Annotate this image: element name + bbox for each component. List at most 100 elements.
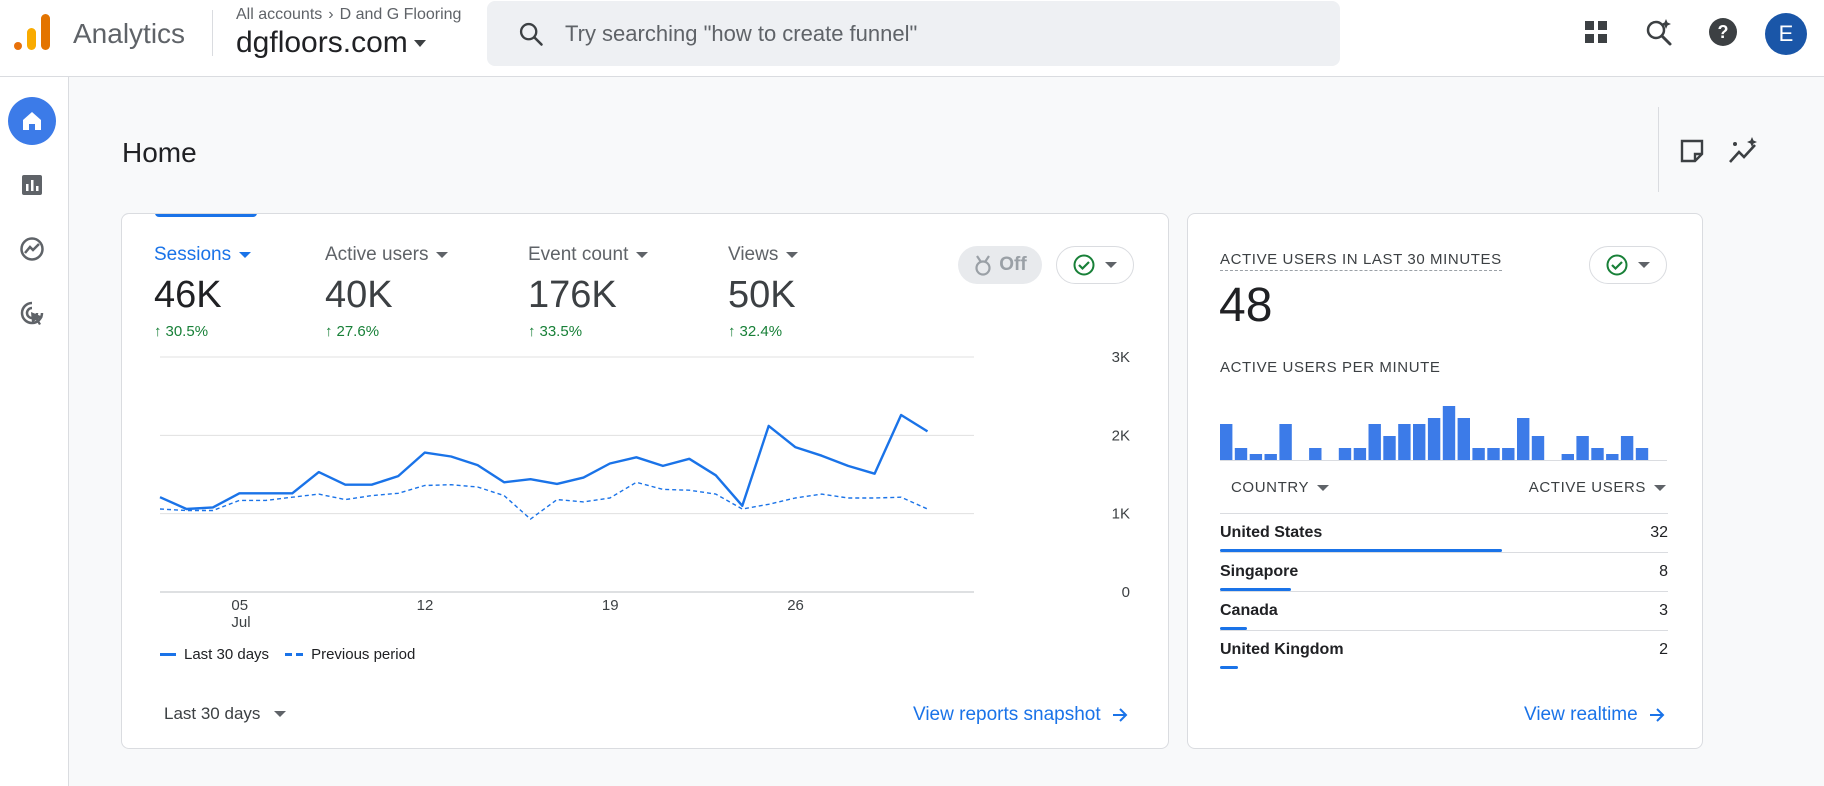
breadcrumb-account[interactable]: D and G Flooring (340, 6, 462, 24)
link-label: View realtime (1524, 704, 1638, 725)
y-tick-label: 2K (1112, 427, 1130, 444)
left-nav (0, 77, 69, 786)
caret-down-icon (413, 39, 426, 47)
minute-bar (1591, 448, 1604, 460)
table-row[interactable]: United Kingdom 2 (1220, 630, 1668, 669)
minute-bar (1398, 424, 1411, 460)
check-circle-icon (1606, 254, 1628, 276)
property-selector[interactable]: dgfloors.com (236, 26, 426, 60)
minute-bar (1487, 448, 1500, 460)
column-header-country[interactable]: COUNTRY (1231, 479, 1330, 496)
minute-bar (1338, 448, 1352, 460)
minute-bar (1368, 424, 1381, 460)
breadcrumb-accounts[interactable]: All accounts (236, 6, 322, 24)
minute-bar (1413, 424, 1426, 460)
chart-legend: Last 30 days Previous period (160, 646, 415, 663)
top-bar: Analytics All accounts › D and G Floorin… (0, 0, 1824, 77)
caret-down-icon (1317, 484, 1330, 491)
country-name: Singapore (1220, 563, 1299, 580)
minute-bar (1353, 448, 1367, 460)
search-input[interactable] (565, 20, 1265, 47)
minute-bar (1442, 406, 1456, 460)
page-title: Home (122, 137, 197, 168)
help-icon[interactable]: ? (1707, 16, 1739, 48)
series-line-current (159, 413, 929, 511)
country-name: United States (1220, 524, 1323, 541)
view-reports-snapshot-link[interactable]: View reports snapshot (913, 704, 1129, 726)
insights-icon[interactable] (1727, 134, 1761, 168)
column-header-active-users[interactable]: ACTIVE USERS (1529, 479, 1666, 496)
table-row[interactable]: Singapore 8 (1220, 552, 1668, 591)
minute-bar (1502, 448, 1515, 460)
sessions-line-chart: 0 1K 2K 3K 05Jul 12 19 26 (159, 349, 1130, 631)
app-name: Analytics (73, 18, 186, 49)
breadcrumb[interactable]: All accounts › D and G Flooring (236, 6, 461, 24)
minute-bar (1517, 418, 1530, 460)
chevron-right-icon: › (328, 6, 334, 23)
search-insights-icon[interactable] (1643, 16, 1675, 48)
minute-bar (1576, 436, 1589, 460)
per-minute-bar-chart (1220, 406, 1667, 461)
per-minute-label: ACTIVE USERS PER MINUTE (1220, 359, 1441, 376)
active-users-count: 3 (1659, 602, 1668, 619)
minute-bar (1457, 418, 1470, 460)
legend-label: Last 30 days (184, 646, 270, 663)
data-quality-button[interactable] (1589, 246, 1667, 284)
minute-bar (1309, 448, 1322, 460)
legend-label: Previous period (311, 646, 416, 663)
minute-bar (1606, 454, 1619, 460)
legend-item-current: Last 30 days (160, 646, 269, 663)
date-range-selector[interactable]: Last 30 days (164, 704, 287, 724)
minute-bar (1249, 454, 1263, 460)
analytics-logo[interactable] (14, 14, 50, 54)
notes-icon[interactable] (1675, 134, 1709, 168)
divider (212, 10, 213, 56)
minute-bar (1264, 454, 1277, 460)
table-row[interactable]: United States 32 (1220, 513, 1668, 552)
reports-icon[interactable] (8, 161, 56, 209)
home-icon[interactable] (8, 97, 56, 145)
country-name: United Kingdom (1220, 641, 1344, 658)
minute-bar (1427, 418, 1441, 460)
overview-card: Sessions 46K ↑ 30.5% Active users 40K ↑ 27… (121, 213, 1169, 749)
explore-icon[interactable] (8, 225, 56, 273)
country-name: Canada (1220, 602, 1278, 619)
date-range-label: Last 30 days (164, 704, 261, 723)
x-tick-label: 12 (417, 597, 434, 614)
active-users-count: 8 (1659, 563, 1668, 580)
legend-swatch-solid (160, 653, 176, 656)
minute-bar (1472, 448, 1485, 460)
arrow-right-icon (1649, 708, 1665, 722)
active-users-count: 32 (1650, 524, 1668, 541)
divider (1658, 107, 1659, 192)
realtime-title[interactable]: ACTIVE USERS IN LAST 30 MINUTES (1220, 251, 1502, 271)
y-tick-label: 3K (1112, 349, 1130, 366)
property-name: dgfloors.com (236, 26, 408, 59)
y-tick-label: 1K (1112, 506, 1130, 523)
minute-bar (1531, 436, 1545, 460)
x-tick-label: 19 (602, 597, 619, 614)
search-icon (519, 22, 543, 46)
advertising-icon[interactable] (8, 289, 56, 337)
column-header-label: ACTIVE USERS (1528, 479, 1646, 496)
minute-bar (1383, 436, 1396, 460)
x-tick-label: 05 (231, 597, 248, 614)
apps-grid-icon[interactable] (1580, 16, 1612, 48)
minute-bar (1561, 454, 1574, 460)
svg-text:?: ? (1718, 22, 1729, 42)
minute-bar (1220, 424, 1233, 460)
realtime-value: 48 (1219, 279, 1273, 332)
arrow-right-icon (1112, 708, 1128, 722)
table-row[interactable]: Canada 3 (1220, 591, 1668, 630)
view-realtime-link[interactable]: View realtime (1524, 704, 1666, 726)
search-bar[interactable] (487, 1, 1340, 66)
caret-down-icon (1638, 262, 1650, 268)
realtime-card: ACTIVE USERS IN LAST 30 MINUTES 48 ACTIV… (1187, 213, 1703, 749)
avatar[interactable]: E (1765, 13, 1807, 55)
x-tick-label: 26 (787, 597, 804, 614)
legend-swatch-dashed (285, 653, 304, 656)
y-tick-label: 0 (1122, 584, 1130, 601)
caret-down-icon (274, 711, 287, 717)
minute-bar (1234, 448, 1248, 460)
caret-down-icon (1654, 484, 1666, 491)
